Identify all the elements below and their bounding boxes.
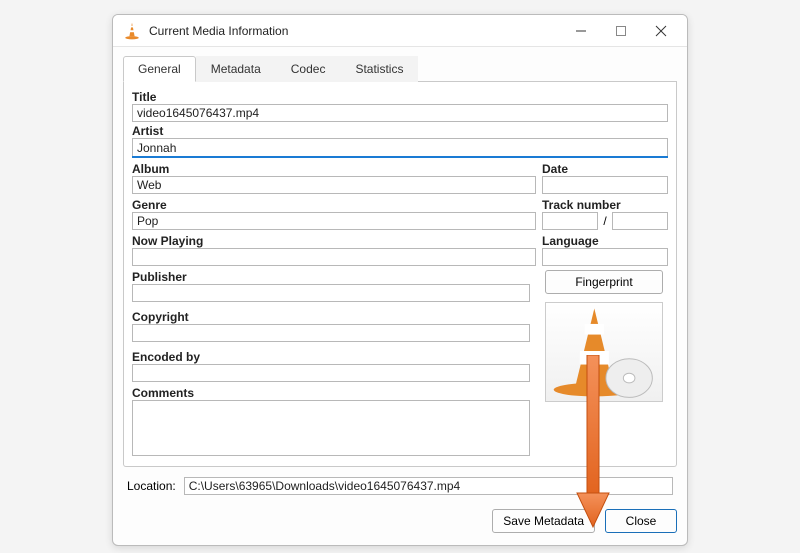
encoded-by-input[interactable] bbox=[132, 364, 530, 382]
tab-bar: General Metadata Codec Statistics bbox=[123, 55, 677, 82]
save-metadata-button[interactable]: Save Metadata bbox=[492, 509, 595, 533]
location-label: Location: bbox=[127, 479, 176, 493]
comments-input[interactable] bbox=[132, 400, 530, 456]
maximize-button[interactable] bbox=[601, 17, 641, 45]
window-title: Current Media Information bbox=[149, 24, 561, 38]
track-total-input[interactable] bbox=[612, 212, 668, 230]
album-input[interactable] bbox=[132, 176, 536, 194]
minimize-button[interactable] bbox=[561, 17, 601, 45]
track-separator: / bbox=[601, 214, 608, 228]
titlebar: Current Media Information bbox=[113, 15, 687, 47]
close-button[interactable]: Close bbox=[605, 509, 677, 533]
dialog-content: General Metadata Codec Statistics Title … bbox=[113, 47, 687, 505]
title-label: Title bbox=[132, 90, 668, 104]
now-playing-label: Now Playing bbox=[132, 234, 536, 248]
media-info-window: Current Media Information General Metada… bbox=[112, 14, 688, 546]
publisher-label: Publisher bbox=[132, 270, 530, 284]
tab-metadata[interactable]: Metadata bbox=[196, 56, 276, 82]
album-label: Album bbox=[132, 162, 536, 176]
location-input[interactable] bbox=[184, 477, 673, 495]
artist-label: Artist bbox=[132, 124, 668, 138]
dialog-footer: Save Metadata Close bbox=[113, 505, 687, 545]
date-input[interactable] bbox=[542, 176, 668, 194]
location-row: Location: bbox=[123, 467, 677, 501]
title-input[interactable] bbox=[132, 104, 668, 122]
genre-input[interactable] bbox=[132, 212, 536, 230]
now-playing-input[interactable] bbox=[132, 248, 536, 266]
vlc-cone-icon bbox=[123, 22, 141, 40]
tab-statistics[interactable]: Statistics bbox=[340, 56, 418, 82]
copyright-input[interactable] bbox=[132, 324, 530, 342]
genre-label: Genre bbox=[132, 198, 536, 212]
fingerprint-button[interactable]: Fingerprint bbox=[545, 270, 663, 294]
album-art-placeholder bbox=[545, 302, 663, 402]
date-label: Date bbox=[542, 162, 668, 176]
comments-label: Comments bbox=[132, 386, 530, 400]
copyright-label: Copyright bbox=[132, 310, 530, 324]
general-panel: Title Artist Album Date Genre bbox=[123, 82, 677, 467]
close-window-button[interactable] bbox=[641, 17, 681, 45]
language-label: Language bbox=[542, 234, 668, 248]
encoded-by-label: Encoded by bbox=[132, 350, 530, 364]
track-number-input[interactable] bbox=[542, 212, 598, 230]
language-input[interactable] bbox=[542, 248, 668, 266]
publisher-input[interactable] bbox=[132, 284, 530, 302]
track-number-label: Track number bbox=[542, 198, 668, 212]
tab-general[interactable]: General bbox=[123, 56, 196, 82]
tab-codec[interactable]: Codec bbox=[276, 56, 341, 82]
artist-input[interactable] bbox=[132, 138, 668, 156]
